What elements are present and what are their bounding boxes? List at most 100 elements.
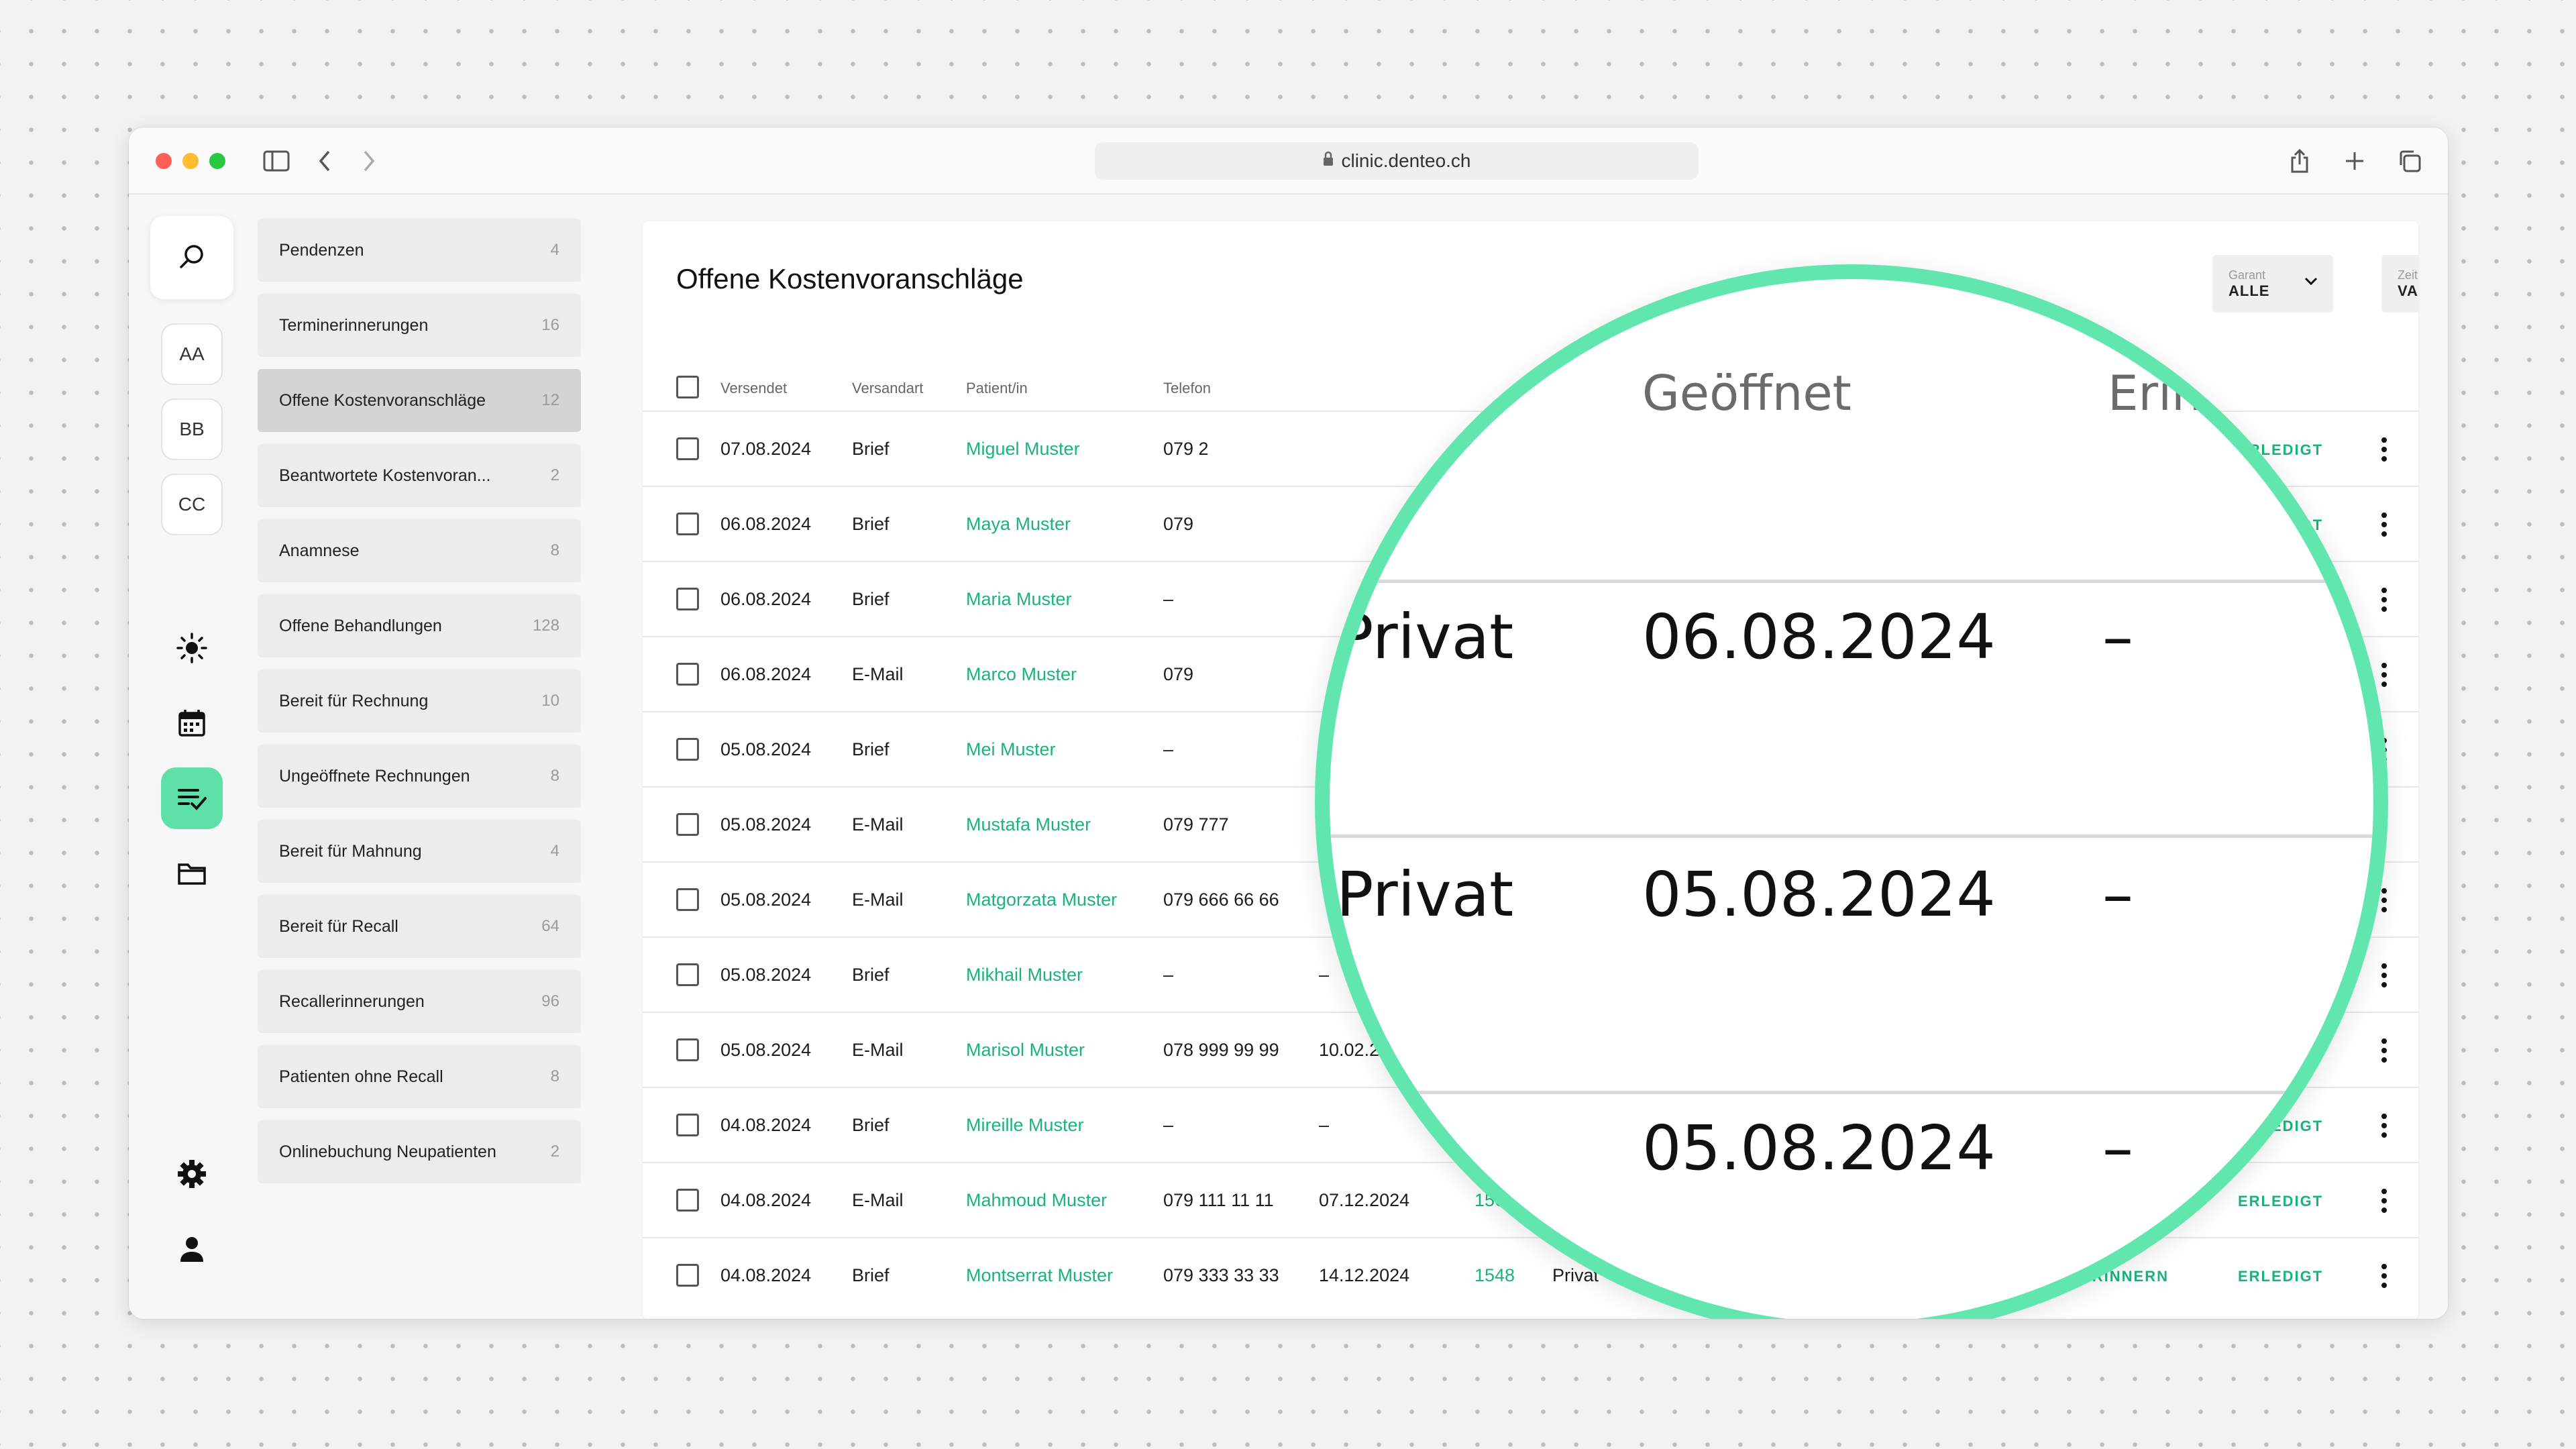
- more-options-icon[interactable]: [2377, 1261, 2391, 1291]
- magnified-cell-garant: Privat: [1336, 859, 1514, 930]
- row-checkbox[interactable]: [676, 513, 699, 535]
- cell-versendet: 04.08.2024: [720, 1115, 812, 1135]
- cell-telefon: 079 666 66 66: [1163, 890, 1279, 910]
- filter-garant[interactable]: Garant ALLE: [2212, 255, 2333, 313]
- sun-icon[interactable]: [161, 617, 223, 679]
- more-options-icon[interactable]: [2377, 1186, 2391, 1216]
- column-header-patient[interactable]: Patient/in: [966, 380, 1028, 397]
- cell-patient[interactable]: Miguel Muster: [966, 439, 1080, 460]
- row-checkbox[interactable]: [676, 888, 699, 911]
- cell-versandart: E-Mail: [852, 814, 904, 835]
- nav-item-terminerinnerungen[interactable]: Terminerinnerungen 16: [258, 294, 581, 357]
- tasks-icon[interactable]: [161, 767, 223, 829]
- cell-patient[interactable]: Mustafa Muster: [966, 814, 1091, 835]
- maximize-window-button[interactable]: [209, 153, 225, 169]
- cell-versandart: E-Mail: [852, 664, 904, 684]
- gear-icon[interactable]: [161, 1143, 223, 1205]
- sidebar-toggle-icon[interactable]: [262, 146, 291, 176]
- row-checkbox[interactable]: [676, 1038, 699, 1061]
- nav-item-beantwortete-kostenvoranschlaege[interactable]: Beantwortete Kostenvoran... 2: [258, 444, 581, 507]
- nav-item-patienten-ohne-recall[interactable]: Patienten ohne Recall 8: [258, 1045, 581, 1108]
- nav-count: 12: [541, 391, 559, 409]
- global-search-button[interactable]: [150, 216, 233, 299]
- share-icon[interactable]: [2285, 146, 2314, 176]
- cell-patient[interactable]: Maya Muster: [966, 514, 1071, 535]
- row-checkbox[interactable]: [676, 663, 699, 686]
- row-checkbox[interactable]: [676, 1264, 699, 1287]
- filter-label: Zeitraum: [2398, 268, 2418, 282]
- cell-versendet: 06.08.2024: [720, 589, 812, 609]
- cell-versandart: Brief: [852, 739, 890, 759]
- cell-patient[interactable]: Maria Muster: [966, 589, 1072, 610]
- forward-icon[interactable]: [354, 146, 384, 176]
- table-row[interactable]: 04.08.2024 Brief Montserrat Muster 079 333 …: [643, 1237, 2418, 1312]
- column-header-telefon[interactable]: Telefon: [1163, 380, 1211, 397]
- nav-label: Offene Behandlungen: [279, 616, 442, 635]
- select-all-checkbox[interactable]: [676, 376, 699, 398]
- browser-window: clinic.denteo.ch AA BB CC Pendenzen 4 Te…: [129, 127, 2448, 1319]
- cell-patient[interactable]: Mikhail Muster: [966, 965, 1083, 985]
- row-checkbox[interactable]: [676, 1114, 699, 1136]
- more-options-icon[interactable]: [2377, 1036, 2391, 1065]
- nav-item-bereit-fuer-recall[interactable]: Bereit für Recall 64: [258, 895, 581, 958]
- tabs-overview-icon[interactable]: [2395, 146, 2424, 176]
- nav-item-anamnese[interactable]: Anamnese 8: [258, 519, 581, 582]
- cell-patient[interactable]: Mahmoud Muster: [966, 1190, 1107, 1211]
- user-icon[interactable]: [161, 1218, 223, 1280]
- more-options-icon[interactable]: [2377, 585, 2391, 614]
- nav-item-bereit-fuer-mahnung[interactable]: Bereit für Mahnung 4: [258, 820, 581, 883]
- more-options-icon[interactable]: [2377, 961, 2391, 990]
- nav-count: 8: [550, 1067, 559, 1085]
- nav-count: 8: [550, 767, 559, 785]
- more-options-icon[interactable]: [2377, 1111, 2391, 1140]
- folder-icon[interactable]: [161, 843, 223, 904]
- cell-patient[interactable]: Mei Muster: [966, 739, 1056, 760]
- back-icon[interactable]: [310, 146, 339, 176]
- more-options-icon[interactable]: [2377, 660, 2391, 690]
- nav-item-offene-behandlungen[interactable]: Offene Behandlungen 128: [258, 594, 581, 657]
- done-button[interactable]: ERLEDIGT: [2238, 1193, 2323, 1210]
- cell-patient[interactable]: Marisol Muster: [966, 1040, 1085, 1061]
- filter-value: VALUE: [2398, 282, 2418, 299]
- close-window-button[interactable]: [156, 153, 172, 169]
- cell-nummer[interactable]: 1548: [1474, 1265, 1515, 1286]
- row-checkbox[interactable]: [676, 437, 699, 460]
- nav-count: 4: [550, 842, 559, 860]
- avatar-cc[interactable]: CC: [161, 474, 223, 535]
- row-checkbox[interactable]: [676, 963, 699, 986]
- new-tab-icon[interactable]: [2340, 146, 2369, 176]
- cell-termin: 14.12.2024: [1319, 1265, 1410, 1285]
- row-checkbox[interactable]: [676, 1189, 699, 1212]
- nav-label: Terminerinnerungen: [279, 315, 429, 335]
- avatar-aa[interactable]: AA: [161, 323, 223, 385]
- nav-count: 128: [532, 616, 559, 635]
- cell-patient[interactable]: Montserrat Muster: [966, 1265, 1113, 1286]
- more-options-icon[interactable]: [2377, 510, 2391, 539]
- nav-item-ungeoeffnete-rechnungen[interactable]: Ungeöffnete Rechnungen 8: [258, 745, 581, 808]
- calendar-icon[interactable]: [161, 692, 223, 754]
- more-options-icon[interactable]: [2377, 435, 2391, 464]
- column-header-versendet[interactable]: Versendet: [720, 380, 787, 397]
- done-button[interactable]: ERLEDIGT: [2238, 1268, 2323, 1285]
- cell-patient[interactable]: Matgorzata Muster: [966, 890, 1117, 910]
- nav-item-onlinebuchung-neupatienten[interactable]: Onlinebuchung Neupatienten 2: [258, 1120, 581, 1183]
- row-checkbox[interactable]: [676, 588, 699, 610]
- magnified-cell-garant: Privat: [1336, 601, 1514, 673]
- column-header-versandart[interactable]: Versandart: [852, 380, 923, 397]
- cell-versandart: Brief: [852, 965, 890, 985]
- filter-zeitraum[interactable]: Zeitraum VALUE: [2381, 255, 2418, 313]
- nav-item-pendenzen[interactable]: Pendenzen 4: [258, 219, 581, 282]
- nav-item-recallerinnerungen[interactable]: Recallerinnerungen 96: [258, 970, 581, 1033]
- nav-label: Recallerinnerungen: [279, 991, 425, 1011]
- cell-patient[interactable]: Mireille Muster: [966, 1115, 1084, 1136]
- nav-item-offene-kostenvoranschlaege[interactable]: Offene Kostenvoranschläge 12: [258, 369, 581, 432]
- cell-patient[interactable]: Marco Muster: [966, 664, 1077, 685]
- row-checkbox[interactable]: [676, 813, 699, 836]
- search-icon: [177, 241, 207, 274]
- magnifier-lens: ant Geöffnet Erinne Privat 06.08.2024 – …: [1315, 264, 2388, 1319]
- row-checkbox[interactable]: [676, 738, 699, 761]
- nav-item-bereit-fuer-rechnung[interactable]: Bereit für Rechnung 10: [258, 669, 581, 733]
- address-bar[interactable]: clinic.denteo.ch: [1095, 142, 1699, 180]
- minimize-window-button[interactable]: [182, 153, 199, 169]
- avatar-bb[interactable]: BB: [161, 398, 223, 460]
